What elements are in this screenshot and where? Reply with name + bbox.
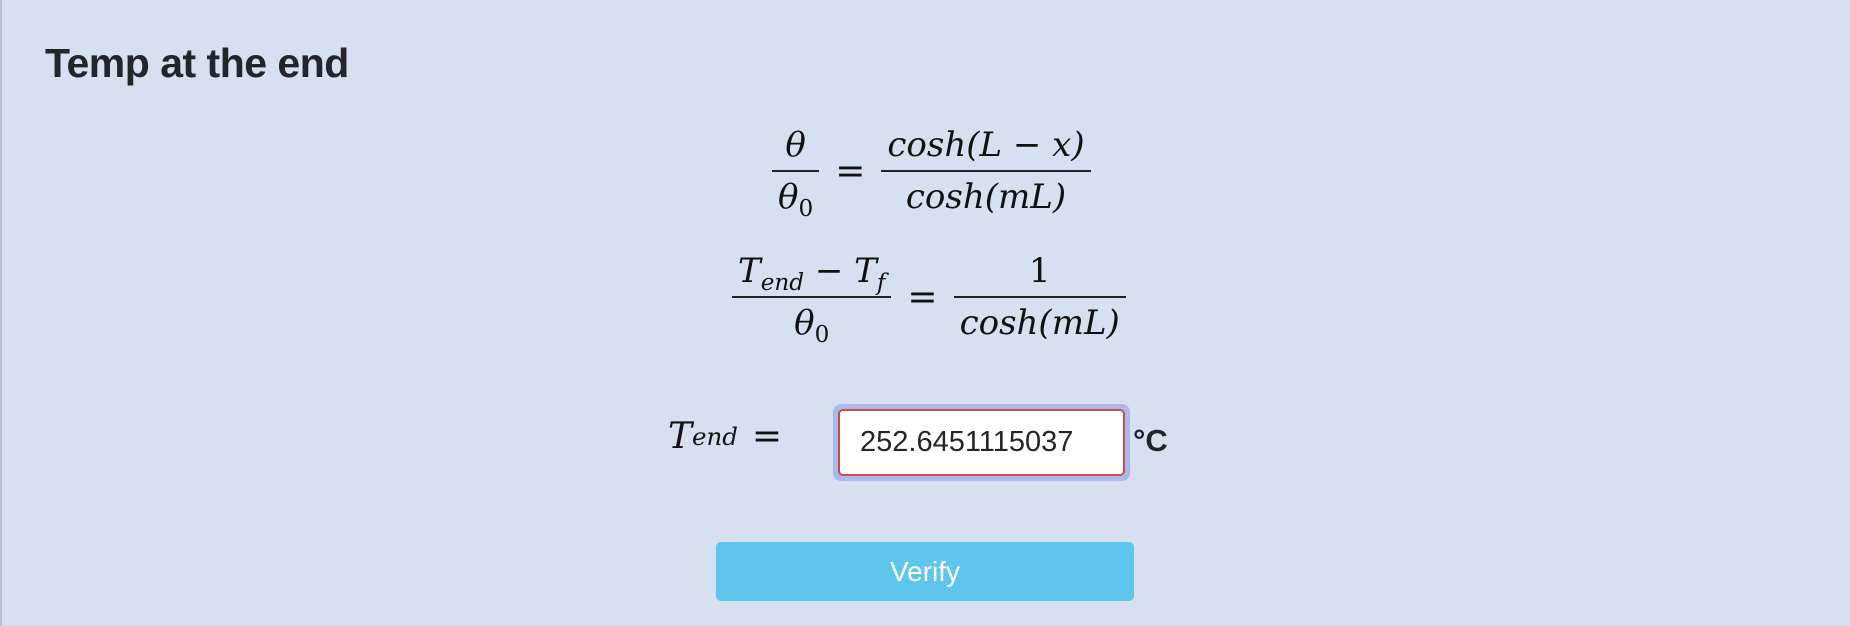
equation-end-temperature: Tend − Tf θ0 = 1 cosh(mL)	[732, 251, 1126, 346]
fraction-cosh-ratio: cosh(L − x) cosh(mL)	[881, 125, 1091, 217]
fraction-bar	[881, 169, 1091, 172]
math-variable: T	[854, 251, 877, 291]
equation-fin-temperature-ratio: θ θ0 = cosh(L − x) cosh(mL)	[772, 125, 1091, 220]
fraction-numerator: Tend − Tf	[732, 251, 891, 294]
fraction-one-over-cosh: 1 cosh(mL)	[953, 251, 1126, 343]
math-variable: T	[738, 251, 761, 291]
math-variable: θ	[778, 176, 799, 217]
fraction-temp-difference: Tend − Tf θ0	[732, 251, 892, 346]
math-variable: θ	[794, 302, 815, 343]
fraction-bar	[953, 295, 1126, 298]
fraction-numerator: cosh(L − x)	[887, 125, 1085, 165]
math-subscript: f	[876, 270, 886, 297]
math-variable: T	[668, 416, 693, 457]
fraction-bar	[732, 295, 892, 298]
answer-input-focus-ring	[833, 404, 1130, 481]
equals-sign: =	[751, 416, 783, 457]
equals-sign: =	[907, 277, 938, 319]
unit-label: °C	[1133, 423, 1168, 458]
fraction-numerator: θ	[785, 125, 806, 165]
section-title: Temp at the end	[45, 40, 349, 86]
fraction-bar	[772, 169, 820, 172]
fraction-theta-ratio: θ θ0	[772, 125, 820, 220]
exercise-panel: Temp at the end θ θ0 = cosh(L − x) cosh(…	[0, 0, 1850, 626]
fraction-denominator: cosh(mL)	[905, 176, 1067, 217]
answer-label: Tend =	[668, 416, 783, 457]
math-subscript: 0	[814, 321, 830, 348]
fraction-denominator: cosh(mL)	[959, 302, 1120, 343]
minus-sign: −	[804, 251, 855, 291]
math-subscript: 0	[798, 195, 814, 222]
fraction-denominator: θ0	[788, 302, 835, 346]
fraction-numerator: 1	[1028, 251, 1051, 291]
verify-button[interactable]: Verify	[716, 542, 1134, 601]
math-subscript: end	[760, 270, 805, 297]
answer-input[interactable]	[838, 409, 1125, 476]
fraction-denominator: θ0	[772, 176, 819, 220]
equals-sign: =	[835, 151, 866, 193]
